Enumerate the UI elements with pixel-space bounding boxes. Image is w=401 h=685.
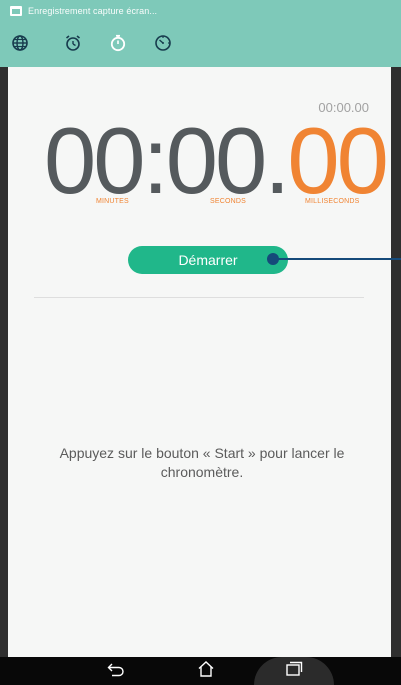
- seconds-label: SECONDS: [210, 198, 247, 205]
- status-notification-text: Enregistrement capture écran...: [28, 6, 158, 16]
- globe-icon: [11, 34, 29, 52]
- system-nav-bar: [0, 657, 401, 685]
- tab-stopwatch[interactable]: [103, 28, 133, 58]
- stopwatch-panel: 00:00.00 00:00.00 MINUTES SECONDS MILLIS…: [8, 67, 401, 657]
- start-button[interactable]: Démarrer: [128, 246, 288, 274]
- home-button[interactable]: [186, 657, 226, 685]
- stopwatch-icon: [109, 34, 127, 52]
- timer-icon: [154, 34, 172, 52]
- home-icon: [196, 660, 216, 683]
- tab-alarm[interactable]: [58, 28, 88, 58]
- app-top-bar: Enregistrement capture écran...: [0, 0, 401, 67]
- minutes-separator: :: [142, 108, 169, 213]
- tab-timer[interactable]: [148, 28, 178, 58]
- back-button[interactable]: [96, 657, 136, 685]
- start-hint-text: Appuyez sur le bouton « Start » pour lan…: [59, 445, 345, 480]
- stopwatch-display: 00:00.00: [44, 114, 389, 208]
- tab-world-clock[interactable]: [5, 28, 35, 58]
- left-edge: [0, 67, 8, 657]
- minutes-label: MINUTES: [96, 198, 129, 205]
- clock-tab-bar: [0, 28, 401, 62]
- right-edge: [391, 67, 401, 657]
- recents-button[interactable]: [274, 657, 314, 685]
- callout-dot: [267, 253, 279, 265]
- back-icon: [106, 661, 126, 682]
- seconds-separator: .: [264, 108, 290, 213]
- alarm-icon: [64, 34, 82, 52]
- callout-line: [274, 258, 401, 260]
- app-screen: Enregistrement capture écran... 00:00.00…: [0, 0, 401, 685]
- milliseconds-label: MILLISECONDS: [305, 198, 360, 205]
- screen-record-icon: [10, 6, 22, 16]
- recents-icon: [284, 660, 304, 683]
- divider: [34, 297, 364, 298]
- status-bar: Enregistrement capture écran...: [0, 0, 401, 22]
